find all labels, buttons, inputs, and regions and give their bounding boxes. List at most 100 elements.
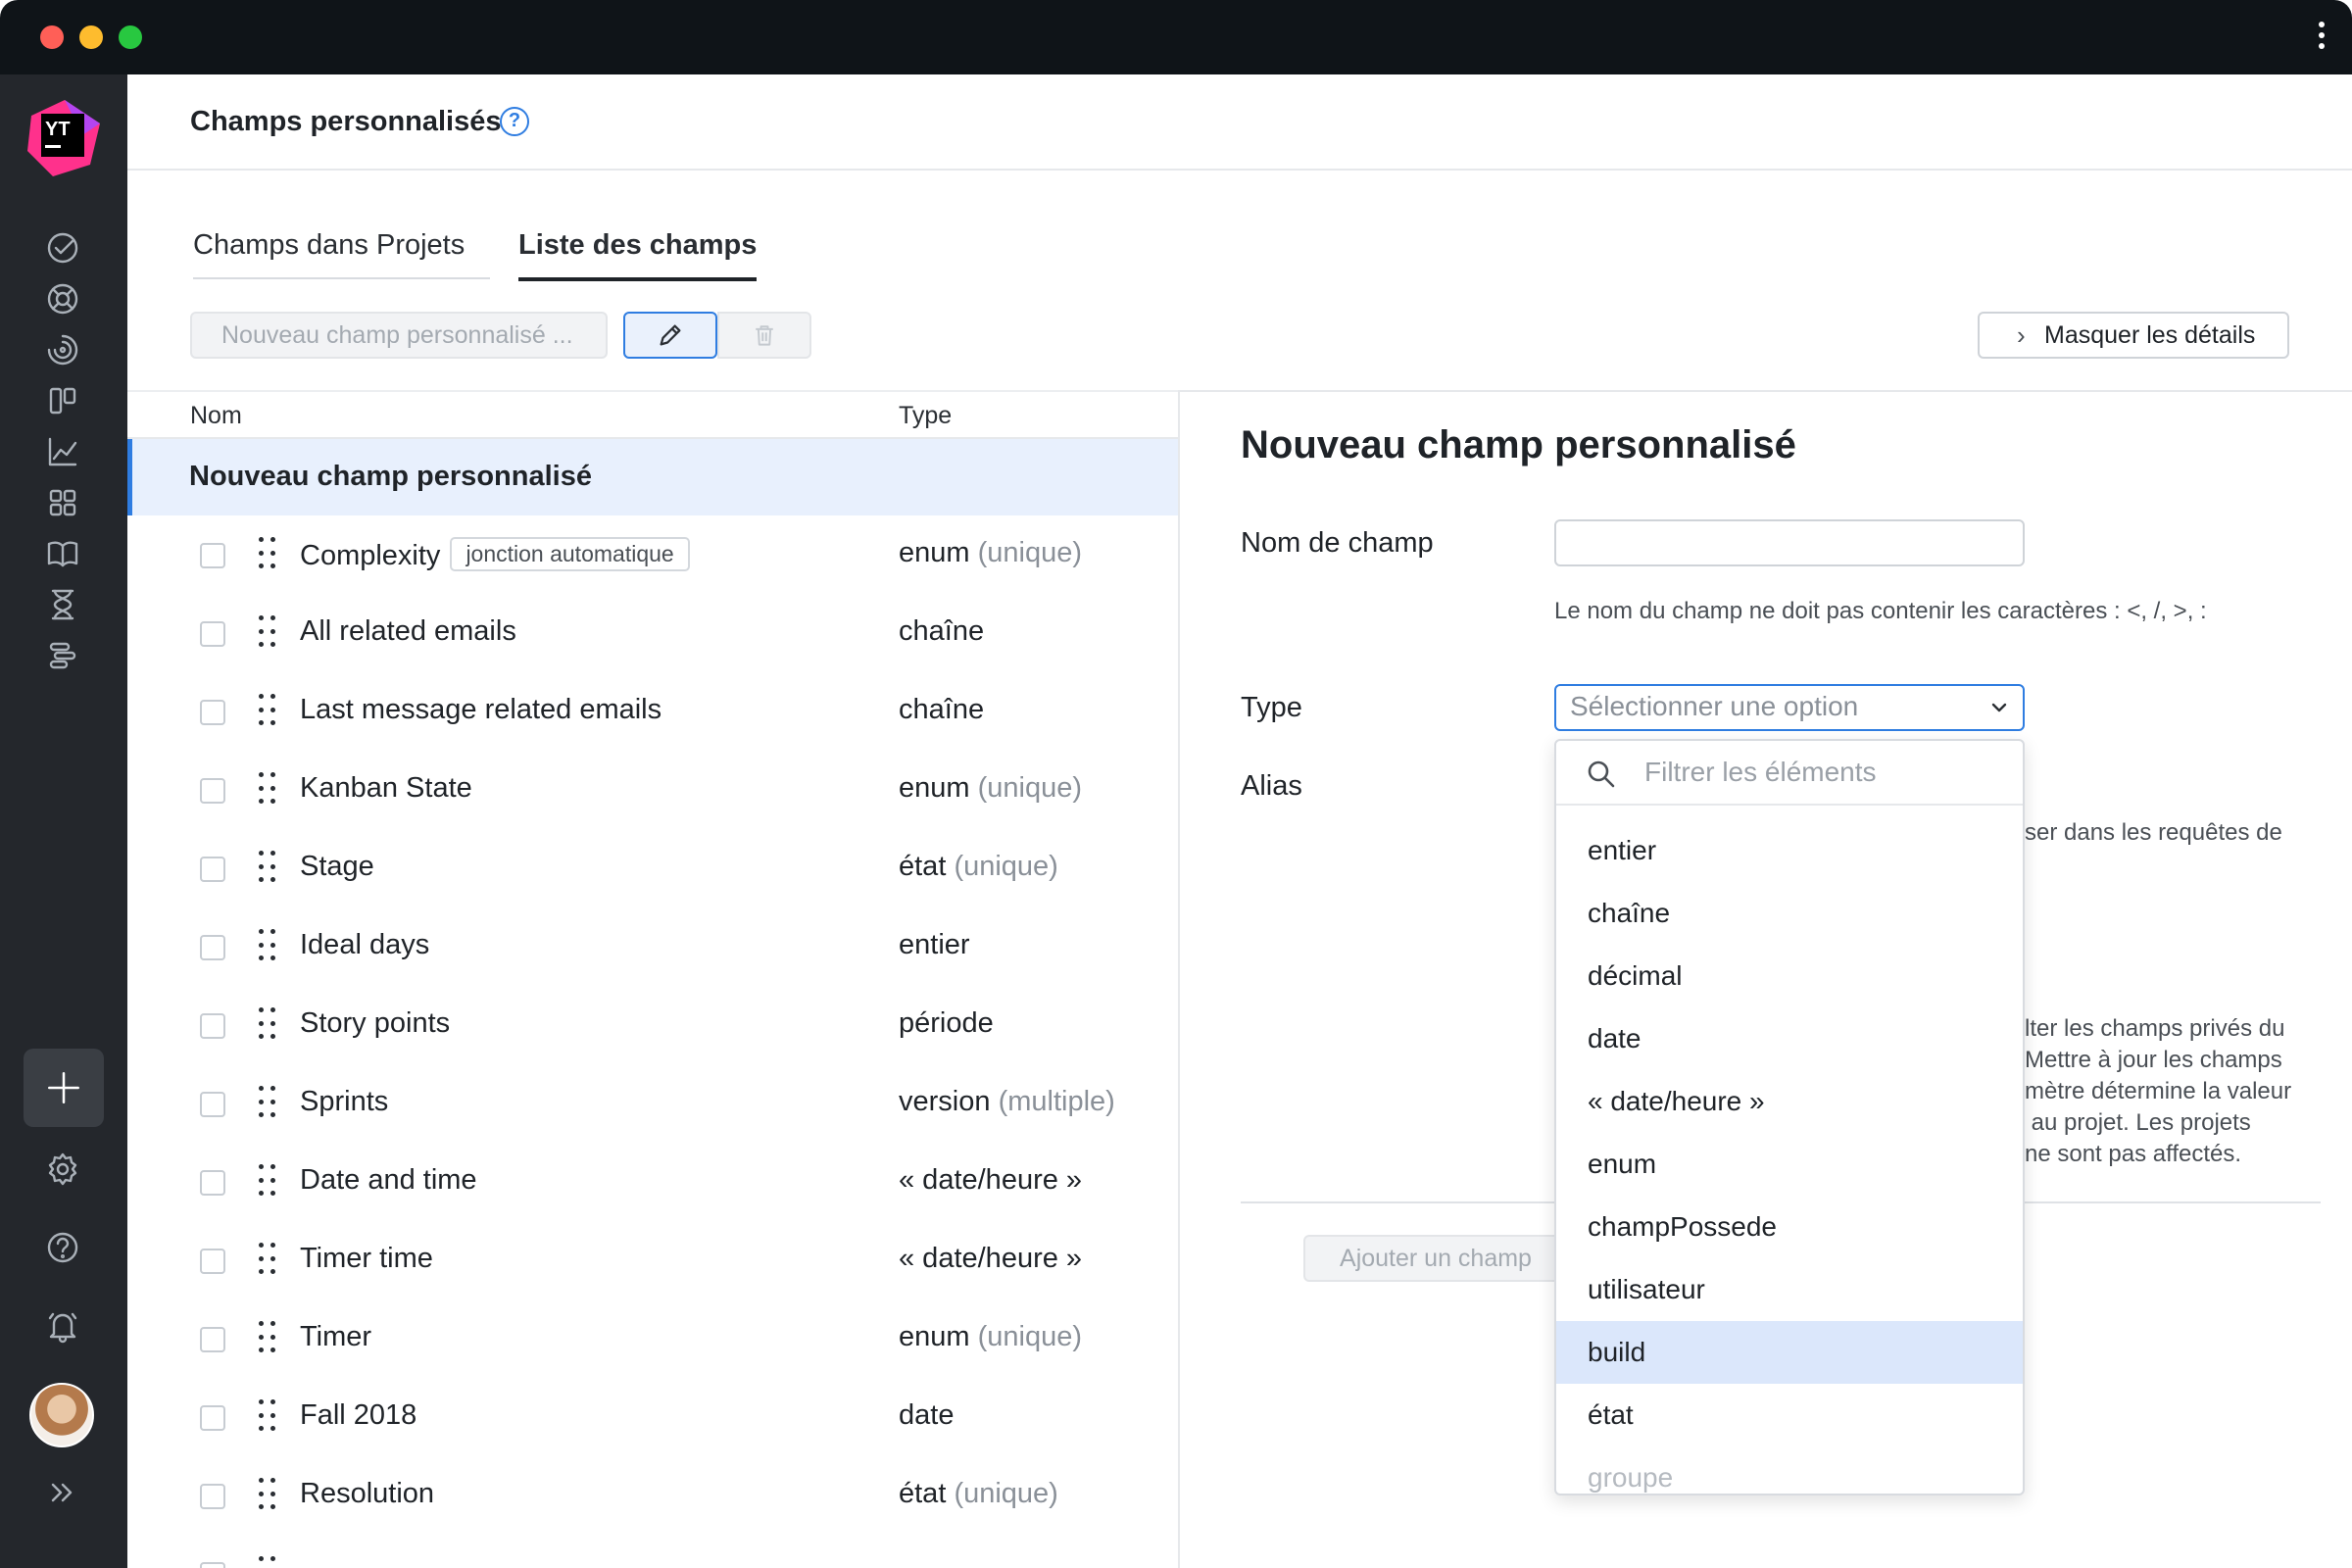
table-row[interactable]: Resolution état (unique) xyxy=(127,1456,1178,1535)
option-entier[interactable]: entier xyxy=(1556,819,2023,882)
option-utilisateur[interactable]: utilisateur xyxy=(1556,1258,2023,1321)
delete-button[interactable] xyxy=(717,312,811,359)
option-groupe[interactable]: groupe xyxy=(1556,1446,2023,1494)
row-checkbox[interactable] xyxy=(200,1170,225,1196)
row-checkbox[interactable] xyxy=(200,1562,225,1568)
option-etat[interactable]: état xyxy=(1556,1384,2023,1446)
notifications-bell-icon[interactable] xyxy=(32,1296,93,1356)
table-row[interactable]: Stage état (unique) xyxy=(127,829,1178,907)
row-checkbox[interactable] xyxy=(200,1249,225,1274)
tab-fields-in-projects[interactable]: Champs dans Projets xyxy=(193,229,491,279)
drag-handle-icon[interactable] xyxy=(259,615,276,651)
option-champpossede[interactable]: champPossede xyxy=(1556,1196,2023,1258)
hide-details-button[interactable]: › Masquer les détails xyxy=(1978,312,2289,359)
option-date-heure[interactable]: « date/heure » xyxy=(1556,1070,2023,1133)
trash-icon xyxy=(756,325,773,346)
table-row[interactable]: Complexity jonction automatique enum (uni… xyxy=(127,515,1178,594)
drag-handle-icon[interactable] xyxy=(259,1086,276,1121)
table-row[interactable]: Ideal days entier xyxy=(127,907,1178,986)
help-icon[interactable]: ? xyxy=(500,107,529,136)
table-row[interactable]: Fall 2018 date xyxy=(127,1378,1178,1456)
table-row[interactable]: Last message related emails chaîne xyxy=(127,672,1178,751)
field-type-text: enum xyxy=(899,772,970,804)
field-name-input[interactable] xyxy=(1554,519,2025,566)
gantt-chart-icon[interactable] xyxy=(32,625,93,686)
table-row[interactable]: Sprints version (multiple) xyxy=(127,1064,1178,1143)
user-avatar[interactable] xyxy=(29,1383,94,1447)
tab-fields-list[interactable]: Liste des champs xyxy=(518,229,758,281)
option-date[interactable]: date xyxy=(1556,1007,2023,1070)
selected-row-new-field[interactable]: Nouveau champ personnalisé xyxy=(127,439,1178,515)
kebab-menu-icon[interactable] xyxy=(2317,22,2327,53)
drag-handle-icon[interactable] xyxy=(259,1556,276,1568)
row-checkbox[interactable] xyxy=(200,1327,225,1352)
close-window-button[interactable] xyxy=(40,25,64,49)
private-hint-line-2: Mettre à jour les champs xyxy=(2025,1047,2282,1073)
drag-handle-icon[interactable] xyxy=(259,772,276,808)
page-header: Champs personnalisés ? xyxy=(127,74,2352,171)
drag-handle-icon[interactable] xyxy=(259,1478,276,1513)
field-name: Story points xyxy=(300,1007,451,1039)
expand-sidebar-chevrons-icon[interactable] xyxy=(32,1462,93,1523)
drag-handle-icon[interactable] xyxy=(259,929,276,964)
table-row[interactable]: Timer time « date/heure » xyxy=(127,1221,1178,1299)
table-row-partial[interactable] xyxy=(127,1535,1178,1568)
field-name: Last message related emails xyxy=(300,694,662,725)
minimize-window-button[interactable] xyxy=(79,25,103,49)
row-checkbox[interactable] xyxy=(200,1013,225,1039)
field-type-qualifier: (unique) xyxy=(977,537,1083,568)
zoom-window-button[interactable] xyxy=(119,25,142,49)
drag-handle-icon[interactable] xyxy=(259,1243,276,1278)
option-decimal[interactable]: décimal xyxy=(1556,945,2023,1007)
row-checkbox[interactable] xyxy=(200,778,225,804)
row-checkbox[interactable] xyxy=(200,935,225,960)
row-checkbox[interactable] xyxy=(200,543,225,568)
drag-handle-icon[interactable] xyxy=(259,537,276,572)
row-checkbox[interactable] xyxy=(200,1405,225,1431)
field-type-text: état xyxy=(899,851,947,882)
field-type-text: état xyxy=(899,1478,947,1509)
table-row[interactable]: Kanban State enum (unique) xyxy=(127,751,1178,829)
row-checkbox[interactable] xyxy=(200,1092,225,1117)
row-checkbox[interactable] xyxy=(200,1484,225,1509)
option-enum[interactable]: enum xyxy=(1556,1133,2023,1196)
drag-handle-icon[interactable] xyxy=(259,1399,276,1435)
dropdown-filter[interactable]: Filtrer les éléments xyxy=(1556,741,2023,806)
chevron-down-icon xyxy=(1991,703,2007,712)
drag-handle-icon[interactable] xyxy=(259,1164,276,1200)
drag-handle-icon[interactable] xyxy=(259,1007,276,1043)
drag-handle-icon[interactable] xyxy=(259,1321,276,1356)
row-checkbox[interactable] xyxy=(200,621,225,647)
column-header-type[interactable]: Type xyxy=(899,402,952,430)
table-row[interactable]: Date and time « date/heure » xyxy=(127,1143,1178,1221)
type-label: Type xyxy=(1241,692,1302,723)
table-row[interactable]: All related emails chaîne xyxy=(127,594,1178,672)
details-title: Nouveau champ personnalisé xyxy=(1241,423,1796,466)
drag-handle-icon[interactable] xyxy=(259,851,276,886)
field-type-qualifier: (unique) xyxy=(954,1478,1058,1509)
drag-handle-icon[interactable] xyxy=(259,694,276,729)
option-build[interactable]: build xyxy=(1556,1321,2023,1384)
help-question-icon[interactable] xyxy=(32,1217,93,1278)
field-name: Resolution xyxy=(300,1478,435,1509)
field-name: Date and time xyxy=(300,1164,477,1196)
table-row[interactable]: Story points période xyxy=(127,986,1178,1064)
column-header-name[interactable]: Nom xyxy=(190,402,242,430)
create-new-plus-icon[interactable] xyxy=(24,1049,104,1127)
field-name: Complexity jonction automatique xyxy=(300,537,690,572)
field-type-text: version xyxy=(899,1086,991,1117)
option-chaine[interactable]: chaîne xyxy=(1556,882,2023,945)
table-row[interactable]: Timer enum (unique) xyxy=(127,1299,1178,1378)
type-select[interactable]: Sélectionner une option xyxy=(1554,684,2025,731)
field-type: chaîne xyxy=(899,694,985,725)
administration-gear-icon[interactable] xyxy=(32,1139,93,1200)
field-type: état (unique) xyxy=(899,1478,1058,1510)
row-checkbox[interactable] xyxy=(200,700,225,725)
window-titlebar xyxy=(0,0,2352,74)
new-custom-field-button[interactable]: Nouveau champ personnalisé ... xyxy=(190,312,608,359)
edit-button[interactable] xyxy=(623,312,717,359)
add-field-button[interactable]: Ajouter un champ xyxy=(1303,1235,1568,1282)
youtrack-logo[interactable]: YT xyxy=(22,96,104,178)
row-checkbox[interactable] xyxy=(200,857,225,882)
search-icon xyxy=(1588,760,1615,788)
